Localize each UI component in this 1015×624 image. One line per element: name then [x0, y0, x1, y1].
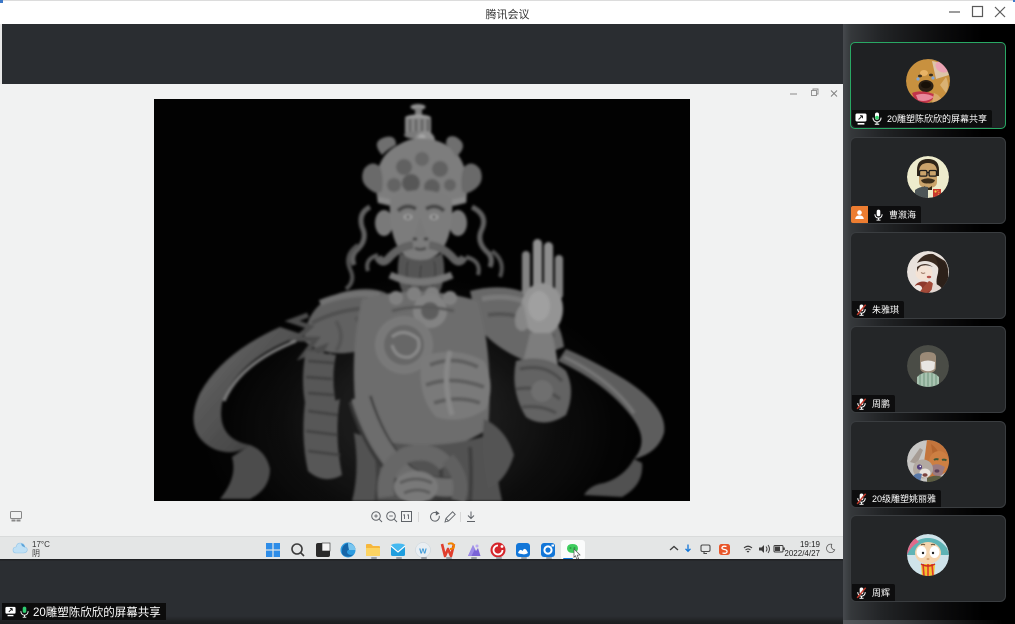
svg-text:w: w: [418, 545, 427, 556]
